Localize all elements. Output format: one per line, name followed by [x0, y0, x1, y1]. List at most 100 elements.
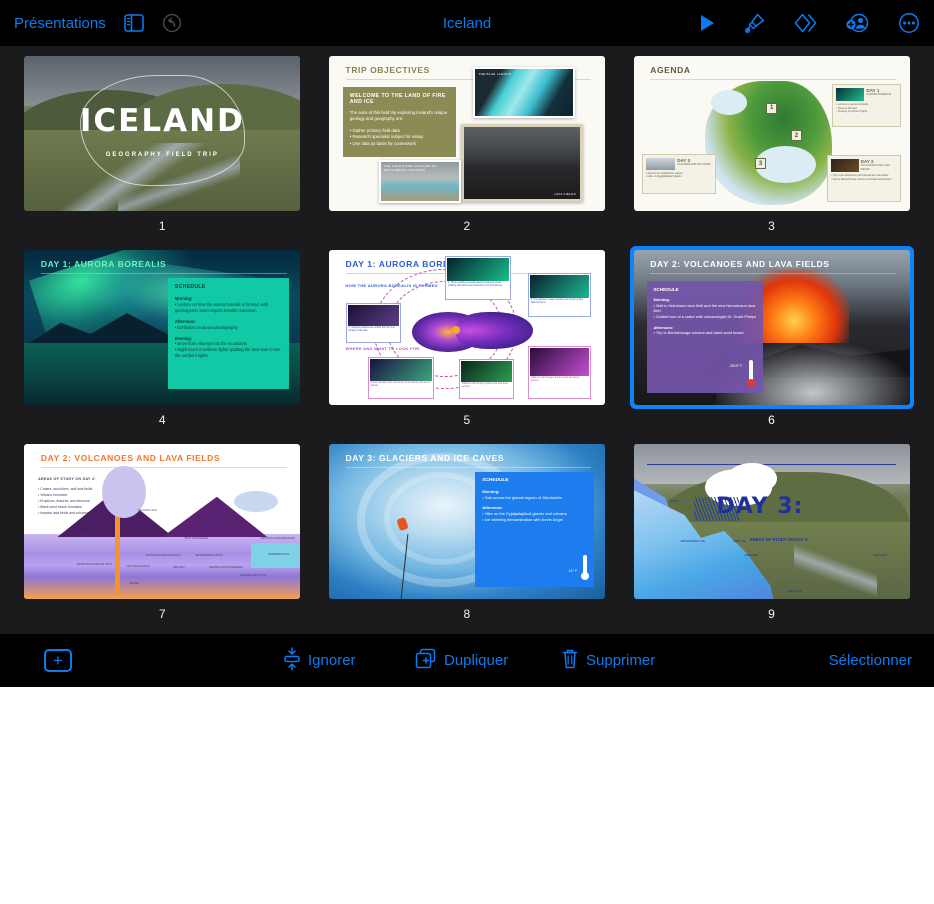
photo-lava-fields: LAVA FIELDS — [461, 124, 583, 202]
slide-thumbnail-wrap-7[interactable]: DAY 2: VOLCANOES AND LAVA FIELDS AREAS O… — [20, 440, 304, 603]
card-thumb-day3 — [645, 157, 676, 170]
slide-number-9: 9 — [768, 607, 776, 621]
label-split-in-surface: SPLIT IN SURFACE — [184, 537, 208, 540]
slide3-title: AGENDA — [650, 65, 691, 76]
slide-cell-2[interactable]: TRIP OBJECTIVES WELCOME TO THE LAND OF F… — [315, 52, 620, 246]
label-hard-ice: HARD ICE — [733, 540, 746, 544]
skip-slide-label[interactable]: Ignorer — [308, 652, 356, 669]
sidebar-icon[interactable] — [123, 14, 144, 32]
slide-number-8: 8 — [463, 607, 471, 621]
callout-image-3 — [529, 275, 590, 299]
slide-navigator-canvas[interactable]: ICELAND GEOGRAPHY FIELD TRIP 1 TRIP OBJE… — [0, 46, 934, 634]
play-icon[interactable] — [698, 13, 716, 33]
slide-thumbnail-wrap-3[interactable]: AGENDA 1 2 3 DAY 1 AURORA BOREALIS • Lec… — [630, 52, 914, 215]
map-pin-3: 3 — [755, 158, 767, 170]
schedule-item-morning-1: • Visit to Holuhraun lava field and the … — [653, 302, 756, 314]
callout-text-4: Aurora typically most commonly occurs be… — [370, 381, 431, 387]
duplicate-slide-icon[interactable] — [415, 648, 437, 674]
card-thumb-day1 — [836, 87, 865, 101]
slide-cell-4[interactable]: DAY 1: AURORA BOREALIS SCHEDULE Morning:… — [10, 246, 315, 440]
schedule-heading: SCHEDULE — [482, 477, 509, 483]
slide-thumbnail-wrap-2[interactable]: TRIP OBJECTIVES WELCOME TO THE LAND OF F… — [325, 52, 609, 215]
card-line-day1-3: • Viewing of northern lights — [836, 110, 868, 114]
add-collaborator-icon[interactable] — [846, 12, 870, 34]
slide-cell-9[interactable]: DAY 3: AREAS OF STUDY ON DAY 3: SNOW HAR… — [619, 440, 924, 634]
callout-image-4 — [369, 358, 432, 381]
card-subject-day1: AURORA BOREALIS — [866, 92, 892, 96]
slide1-subtitle: GEOGRAPHY FIELD TRIP — [105, 152, 219, 159]
slide-thumbnail-7[interactable]: DAY 2: VOLCANOES AND LAVA FIELDS AREAS O… — [24, 444, 301, 599]
rain-cloud — [234, 490, 279, 513]
callout-text-6: Collisions with nitrogen produce pink an… — [530, 377, 580, 383]
duplicate-slide-button[interactable]: Dupliquer — [415, 648, 508, 674]
keynote-slide-navigator: Présentations Iceland ICELAND GEOGRAPHY … — [0, 0, 934, 904]
trash-icon[interactable] — [561, 648, 579, 674]
label-volcanic-ash: VOLCANIC ASH — [137, 509, 157, 513]
callout-panel-4: Aurora typically most commonly occurs be… — [367, 356, 434, 399]
duplicate-slide-label[interactable]: Dupliquer — [444, 652, 508, 669]
callout-image-2 — [446, 258, 510, 282]
callout-image-1 — [347, 304, 399, 326]
slide-thumbnail-6[interactable]: DAY 2: VOLCANOES AND LAVA FIELDS SCHEDUL… — [633, 250, 910, 405]
slide-cell-3[interactable]: AGENDA 1 2 3 DAY 1 AURORA BOREALIS • Lec… — [619, 52, 924, 246]
callout-image-6 — [529, 348, 590, 377]
slide-thumbnail-9[interactable]: DAY 3: AREAS OF STUDY ON DAY 3: SNOW HAR… — [633, 444, 910, 599]
slide9-title: DAY 3: — [716, 493, 804, 519]
temperature-value: 14° F — [568, 568, 578, 573]
magnetotail — [455, 312, 534, 350]
select-slides-label[interactable]: Sélectionner — [829, 652, 912, 669]
slide-thumbnail-5[interactable]: DAY 1: AURORA BOREALIS HOW THE AURORA BO… — [328, 250, 605, 405]
slide-thumbnail-wrap-5[interactable]: DAY 1: AURORA BOREALIS HOW THE AURORA BO… — [325, 246, 609, 409]
slide-cell-1[interactable]: ICELAND GEOGRAPHY FIELD TRIP 1 — [10, 52, 315, 246]
slide-thumbnail-wrap-8[interactable]: DAY 3: GLACIERS AND ICE CAVES SCHEDULE M… — [325, 440, 609, 603]
paintbrush-icon[interactable] — [744, 12, 766, 34]
label-crevasse: CREVASSE — [744, 554, 758, 558]
slide-thumbnail-1[interactable]: ICELAND GEOGRAPHY FIELD TRIP — [24, 56, 301, 211]
slide-number-1: 1 — [158, 219, 166, 233]
undo-icon[interactable] — [162, 13, 182, 33]
select-slides-button[interactable]: Sélectionner — [829, 652, 912, 669]
slide-thumbnail-wrap-4[interactable]: DAY 1: AURORA BOREALIS SCHEDULE Morning:… — [20, 246, 304, 409]
slide-thumbnail-3[interactable]: AGENDA 1 2 3 DAY 1 AURORA BOREALIS • Lec… — [633, 56, 910, 211]
slide-cell-6[interactable]: DAY 2: VOLCANOES AND LAVA FIELDS SCHEDUL… — [619, 246, 924, 440]
back-to-presentations-button[interactable]: Présentations — [14, 15, 106, 32]
earth-dot — [451, 325, 460, 334]
more-ellipsis-icon[interactable] — [898, 12, 920, 34]
slide-thumbnail-8[interactable]: DAY 3: GLACIERS AND ICE CAVES SCHEDULE M… — [328, 444, 605, 599]
slide-thumbnail-wrap-6[interactable]: DAY 2: VOLCANOES AND LAVA FIELDS SCHEDUL… — [629, 246, 914, 409]
callout-image-5 — [460, 360, 512, 382]
slide-thumbnail-wrap-1[interactable]: ICELAND GEOGRAPHY FIELD TRIP — [20, 52, 304, 215]
slide-cell-8[interactable]: DAY 3: GLACIERS AND ICE CAVES SCHEDULE M… — [315, 440, 620, 634]
slide-cell-7[interactable]: DAY 2: VOLCANOES AND LAVA FIELDS AREAS O… — [10, 440, 315, 634]
skip-slide-button[interactable]: Ignorer — [283, 646, 356, 675]
river — [793, 537, 877, 599]
slide7-subhead: AREAS OF STUDY ON DAY 2: — [38, 476, 96, 481]
card-subject-day3: GLACIERS AND ICE CAVES — [677, 162, 711, 166]
schedule-heading: SCHEDULE — [653, 287, 679, 292]
callout-annotations: Ajoutez une diapositive. Ignorez/n'ignor… — [0, 687, 934, 904]
slide-thumbnail-2[interactable]: TRIP OBJECTIVES WELCOME TO THE LAND OF F… — [328, 56, 605, 211]
objectives-bullet-3: • Use data as basis for coursework — [349, 140, 417, 146]
slide-number-3: 3 — [768, 219, 776, 233]
add-slide-button[interactable]: + — [44, 649, 72, 672]
slide1-title: ICELAND — [79, 102, 245, 139]
delete-slide-button[interactable]: Supprimer — [561, 648, 655, 674]
plus-icon[interactable]: + — [44, 649, 72, 672]
callout-panel-3: 3. The collisions create countless tiny … — [527, 273, 592, 317]
glacier-blob-1 — [710, 90, 747, 115]
title-rule — [345, 467, 592, 469]
label-ice-sheet: ICE SHEET — [873, 554, 888, 558]
schedule-item-afternoon-2: • Ice climbing demonstration with Kevin … — [482, 517, 563, 523]
label-sedimentary-rock: SEDIMENTARY ROCK — [239, 574, 267, 578]
label-extrusive-igneous: EXTRUSIVE IGNEOUS ROCK — [76, 563, 113, 567]
map-pin-1: 1 — [766, 102, 778, 114]
animate-icon[interactable] — [794, 12, 818, 34]
slide-thumbnail-4[interactable]: DAY 1: AURORA BOREALIS SCHEDULE Morning:… — [24, 250, 301, 405]
skip-slide-icon[interactable] — [283, 646, 301, 675]
label-erosion: EROSION FROM WEATHER — [260, 537, 295, 540]
slide-thumbnail-wrap-9[interactable]: DAY 3: AREAS OF STUDY ON DAY 3: SNOW HAR… — [630, 440, 914, 603]
callout-text-3: 3. The collisions create countless tiny … — [530, 299, 584, 305]
delete-slide-label[interactable]: Supprimer — [586, 652, 655, 669]
slide-cell-5[interactable]: DAY 1: AURORA BOREALIS HOW THE AURORA BO… — [315, 246, 620, 440]
schedule-item-afternoon-1: • Trip to Bárðarbunga volcano and black … — [653, 330, 744, 336]
